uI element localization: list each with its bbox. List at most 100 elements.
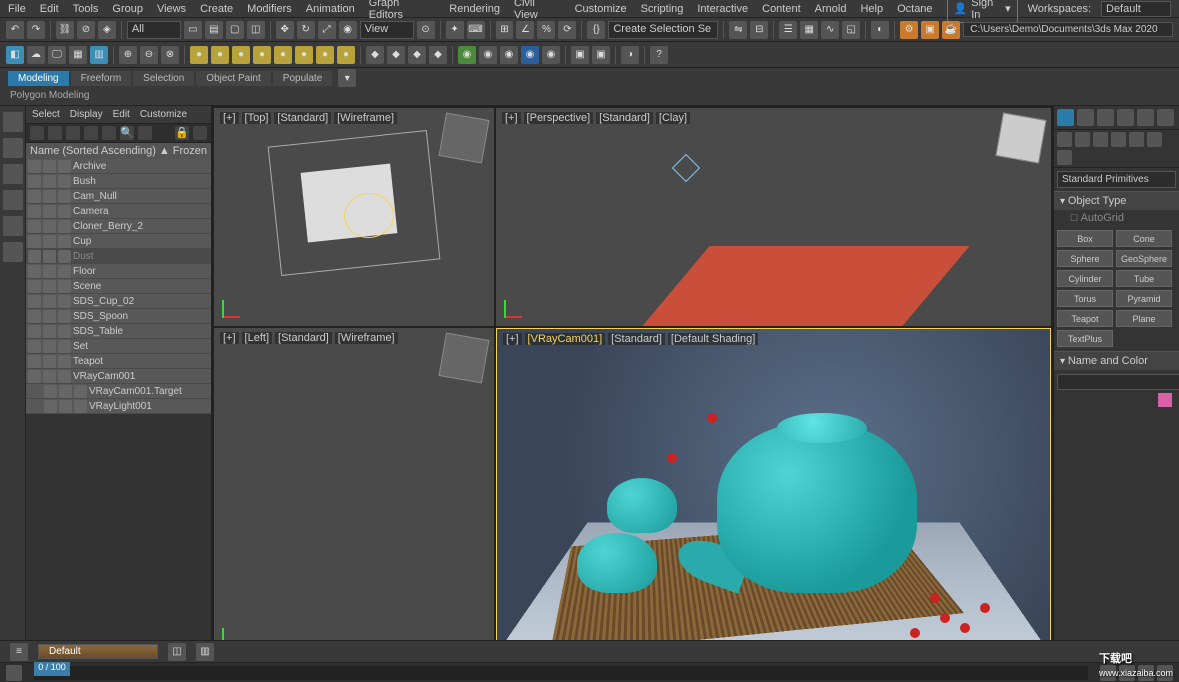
lights-icon[interactable]	[1093, 132, 1108, 147]
pivot-icon[interactable]: ⊙	[417, 21, 435, 39]
tab-objectpaint[interactable]: Object Paint	[196, 71, 270, 86]
vp1-view[interactable]: [Top]	[242, 112, 272, 124]
freeze-icon[interactable]	[59, 385, 72, 398]
render-setup-icon[interactable]: ⚙	[900, 21, 918, 39]
tb2-icon-8[interactable]: ⊗	[161, 46, 179, 64]
tb2-icon-18[interactable]: ◆	[387, 46, 405, 64]
ribbon-icon[interactable]: ▦	[800, 21, 818, 39]
scene-item[interactable]: SDS_Cup_02	[26, 294, 211, 309]
tb2-icon-22[interactable]: ◉	[479, 46, 497, 64]
left-icon-3[interactable]	[3, 164, 23, 184]
primitive-torus[interactable]: Torus	[1057, 290, 1113, 307]
left-icon-4[interactable]	[3, 190, 23, 210]
modify-tab-icon[interactable]	[1077, 109, 1094, 126]
vp2-view[interactable]: [Perspective]	[524, 112, 594, 124]
helpers-icon[interactable]	[1129, 132, 1144, 147]
create-tab-icon[interactable]	[1057, 109, 1074, 126]
tb2-icon-19[interactable]: ◆	[408, 46, 426, 64]
vp2-shade[interactable]: [Clay]	[656, 112, 690, 124]
undo-icon[interactable]: ↶	[6, 21, 24, 39]
visibility-icon[interactable]	[28, 280, 41, 293]
freeze-icon[interactable]	[43, 340, 56, 353]
select-name-icon[interactable]: ▤	[205, 21, 223, 39]
freeze-icon[interactable]	[43, 220, 56, 233]
vp4-view[interactable]: [VRayCam001]	[525, 333, 606, 345]
visibility-icon[interactable]	[28, 190, 41, 203]
viewport-camera[interactable]: [+] [VRayCam001] [Standard] [Default Sha…	[496, 328, 1051, 654]
visibility-icon[interactable]	[28, 235, 41, 248]
project-path[interactable]: C:\Users\Demo\Documents\3ds Max 2020	[963, 22, 1173, 37]
tb2-icon-10[interactable]: ●	[211, 46, 229, 64]
menu-file[interactable]: File	[8, 3, 26, 15]
scene-item[interactable]: Archive	[26, 159, 211, 174]
scene-tab-edit[interactable]: Edit	[113, 109, 130, 120]
tb2-icon-12[interactable]: ●	[253, 46, 271, 64]
tb2-icon-13[interactable]: ●	[274, 46, 292, 64]
schematic-icon[interactable]: ◱	[842, 21, 860, 39]
tb2-icon-9[interactable]: ●	[190, 46, 208, 64]
maxscript-icon[interactable]: ≡	[10, 643, 28, 661]
vp1-std[interactable]: [Standard]	[274, 112, 331, 124]
scene-item[interactable]: Cam_Null	[26, 189, 211, 204]
freeze-icon[interactable]	[43, 295, 56, 308]
vp2-plus[interactable]: [+]	[502, 112, 521, 124]
filter-icon-7[interactable]	[138, 126, 152, 140]
hierarchy-tab-icon[interactable]	[1097, 109, 1114, 126]
viewcube-icon[interactable]	[439, 333, 490, 384]
vp2-std[interactable]: [Standard]	[596, 112, 653, 124]
align-icon[interactable]: ⊟	[750, 21, 768, 39]
freeze-icon[interactable]	[43, 280, 56, 293]
rotate-icon[interactable]: ↻	[297, 21, 315, 39]
primitive-pyramid[interactable]: Pyramid	[1116, 290, 1172, 307]
systems-icon[interactable]	[1057, 150, 1072, 165]
color-swatch[interactable]	[1158, 393, 1172, 407]
visibility-icon[interactable]	[28, 250, 41, 263]
freeze-icon[interactable]	[43, 160, 56, 173]
tb2-icon-20[interactable]: ◆	[429, 46, 447, 64]
vp3-shade[interactable]: [Wireframe]	[335, 332, 398, 344]
scale-icon[interactable]: ⤢	[318, 21, 336, 39]
tb2-icon-25[interactable]: ◉	[542, 46, 560, 64]
freeze-icon[interactable]	[43, 205, 56, 218]
scene-item[interactable]: Bush	[26, 174, 211, 189]
visibility-icon[interactable]	[44, 385, 57, 398]
shapes-icon[interactable]	[1075, 132, 1090, 147]
visibility-icon[interactable]	[28, 355, 41, 368]
placement-icon[interactable]: ◉	[339, 21, 357, 39]
scene-item[interactable]: Cloner_Berry_2	[26, 219, 211, 234]
viewcube-icon[interactable]	[439, 113, 490, 164]
menu-help[interactable]: Help	[860, 3, 883, 15]
tab-selection[interactable]: Selection	[133, 71, 194, 86]
tb2-icon-7[interactable]: ⊖	[140, 46, 158, 64]
bind-icon[interactable]: ◈	[98, 21, 116, 39]
keyboard-icon[interactable]: ⌨	[467, 21, 485, 39]
material-editor-icon[interactable]: ◐	[871, 21, 889, 39]
search-icon[interactable]: 🔍	[120, 126, 134, 140]
visibility-icon[interactable]	[28, 310, 41, 323]
cloud-icon[interactable]: ☁	[27, 46, 45, 64]
curve-editor-icon[interactable]: ∿	[821, 21, 839, 39]
menu-animation[interactable]: Animation	[306, 3, 355, 15]
freeze-icon[interactable]	[43, 235, 56, 248]
filter-icon-1[interactable]	[30, 126, 44, 140]
tab-modeling[interactable]: Modeling	[8, 71, 69, 86]
geom-icon[interactable]	[1057, 132, 1072, 147]
vp1-plus[interactable]: [+]	[220, 112, 239, 124]
signin-button[interactable]: 👤 Sign In ▾	[947, 0, 1018, 23]
lock-icon[interactable]: 🔒	[175, 126, 189, 140]
spacewarps-icon[interactable]	[1147, 132, 1162, 147]
left-icon-6[interactable]	[3, 242, 23, 262]
manip-icon[interactable]: ✦	[446, 21, 464, 39]
menu-create[interactable]: Create	[200, 3, 233, 15]
menu-edit[interactable]: Edit	[40, 3, 59, 15]
viewport-top[interactable]: [+] [Top] [Standard] [Wireframe]	[214, 108, 494, 326]
visibility-icon[interactable]	[28, 160, 41, 173]
freeze-icon[interactable]	[43, 175, 56, 188]
scene-tab-customize[interactable]: Customize	[140, 109, 187, 120]
object-name-input[interactable]	[1057, 374, 1179, 390]
ribbon-extra-icon[interactable]: ▾	[338, 69, 356, 87]
tb2-icon-16[interactable]: ●	[337, 46, 355, 64]
visibility-icon[interactable]	[28, 205, 41, 218]
vp3-view[interactable]: [Left]	[242, 332, 272, 344]
goto-start-icon[interactable]	[6, 665, 22, 681]
